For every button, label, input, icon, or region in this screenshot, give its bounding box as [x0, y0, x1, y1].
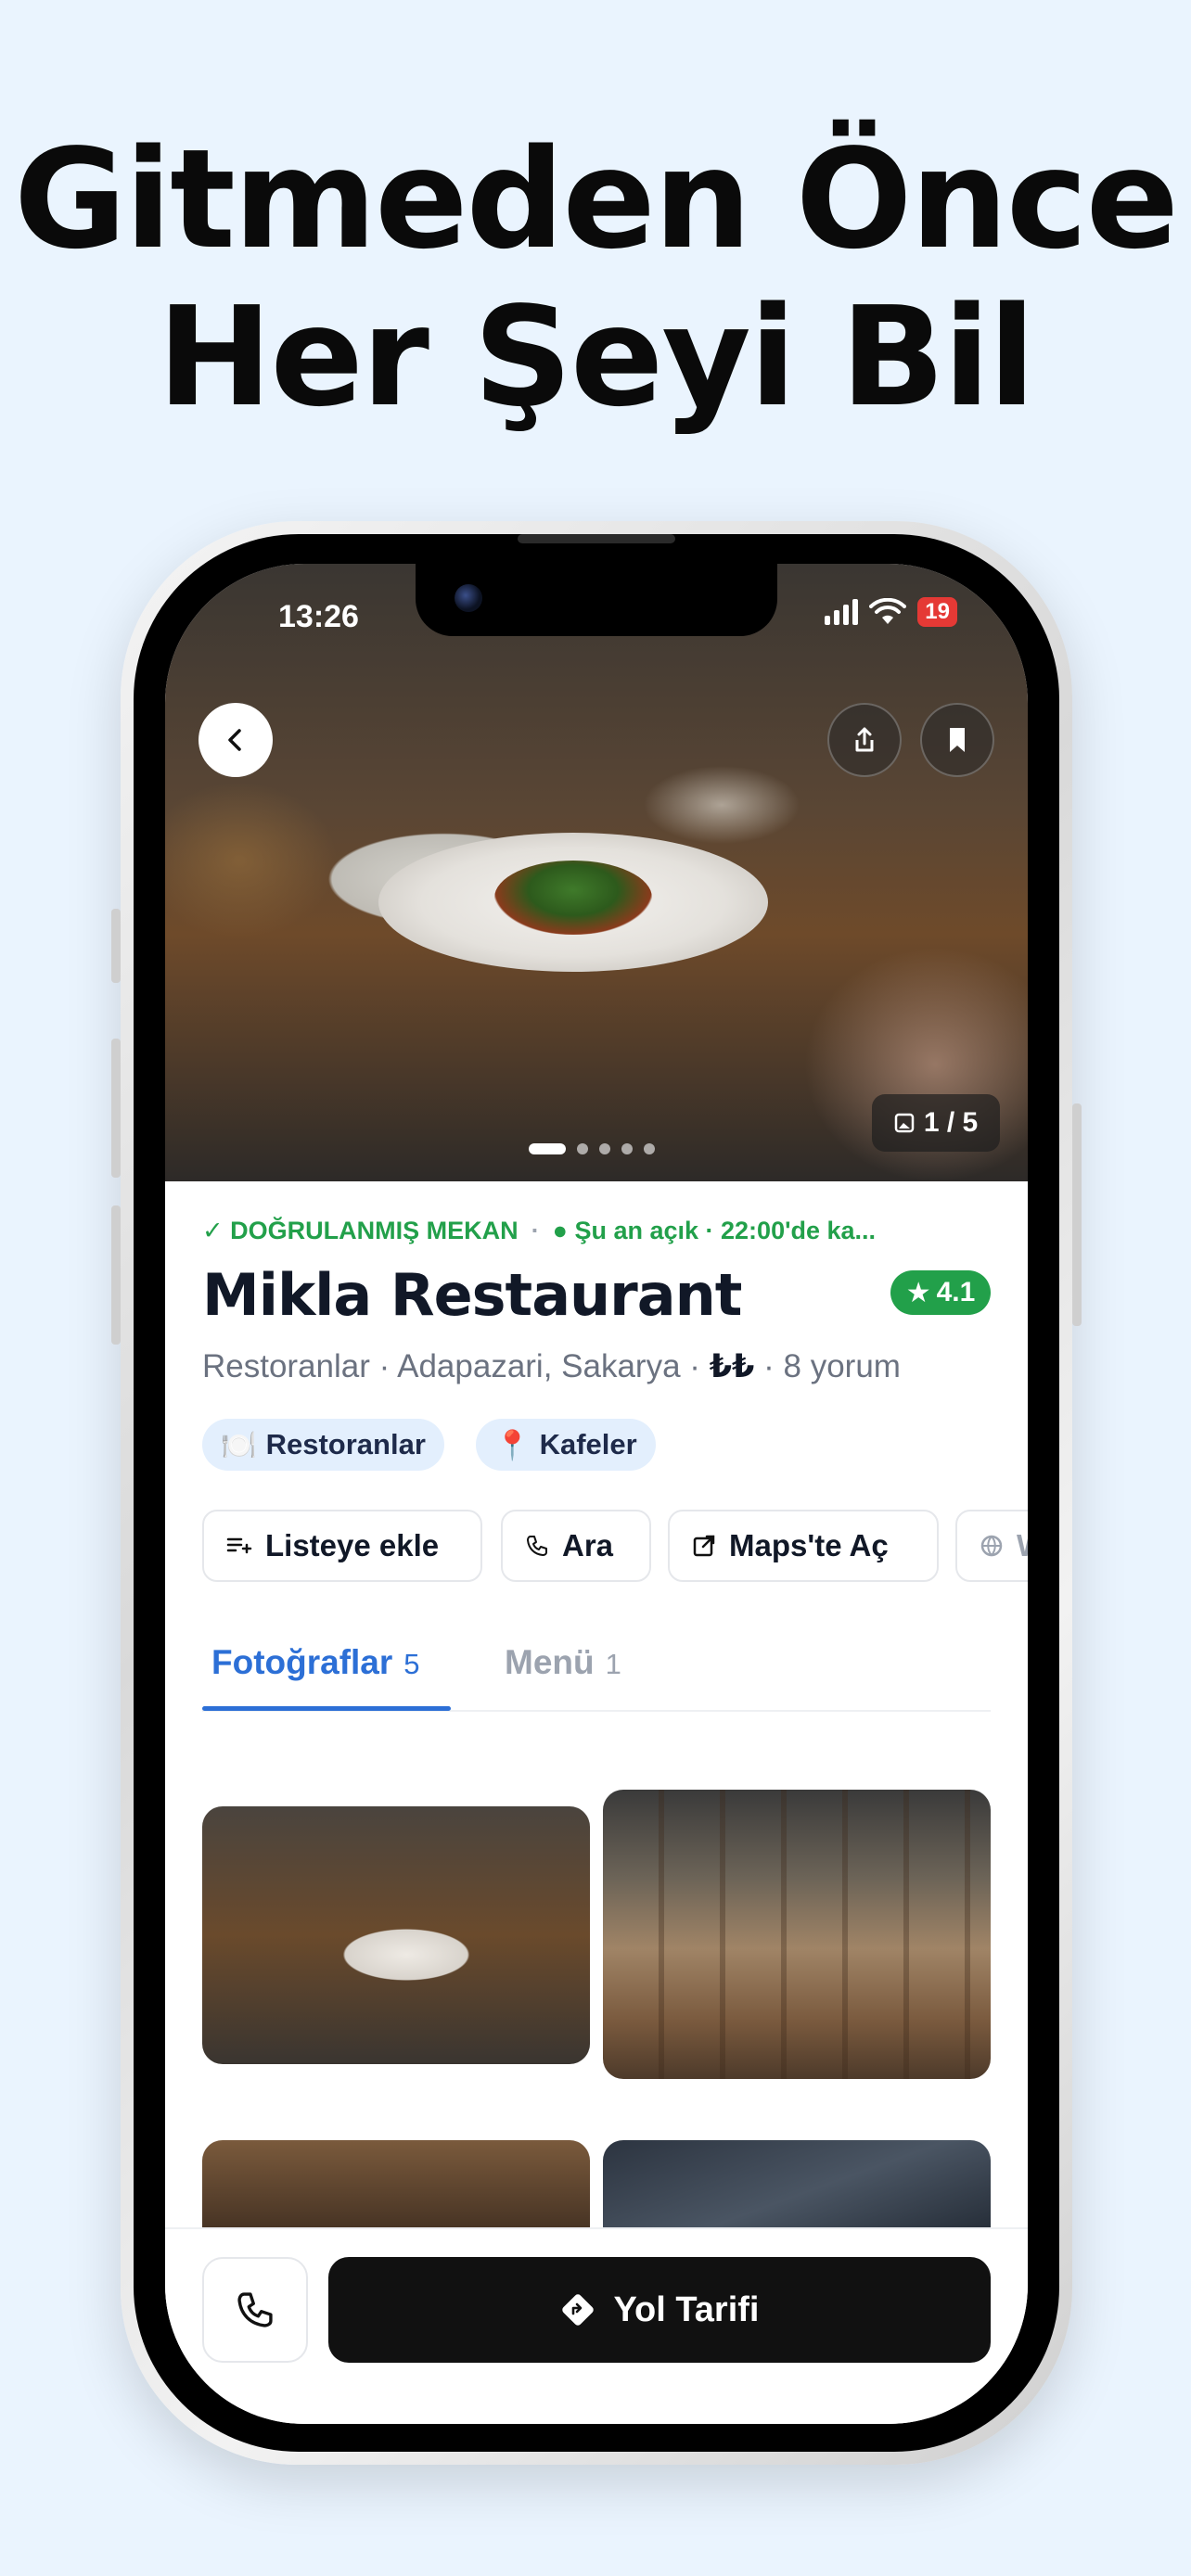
food-shape: [494, 861, 652, 935]
place-location: Adapazari, Sakarya: [397, 1348, 681, 1384]
call-label: Ara: [562, 1528, 614, 1562]
phone-screen: 13:26 19 1 / 5 ✓ DOĞRULANMIŞ MEKAN · ● Ş…: [165, 564, 1028, 2424]
call-action-button[interactable]: Ara: [501, 1510, 651, 1582]
share-button[interactable]: [827, 703, 902, 777]
speaker-grille: [518, 534, 675, 543]
phone-icon: [527, 1536, 547, 1556]
open-in-maps-button[interactable]: Maps'te Aç: [668, 1510, 939, 1582]
call-button[interactable]: [202, 2257, 308, 2363]
add-to-list-button[interactable]: Listeye ekle: [202, 1510, 482, 1582]
check-icon: ✓: [202, 1217, 224, 1244]
globe-icon: [980, 1535, 1003, 1557]
tab-photos[interactable]: Fotoğraflar 5: [211, 1643, 420, 1682]
chip-kafeler[interactable]: 📍 Kafeler: [476, 1419, 656, 1471]
playlist-add-icon: [226, 1537, 252, 1554]
volume-up-button: [111, 1039, 121, 1178]
price-level: ₺₺: [709, 1348, 755, 1384]
volume-down-button: [111, 1205, 121, 1345]
share-icon: [855, 727, 874, 752]
open-dot-icon: ●: [552, 1217, 568, 1244]
external-link-icon: [693, 1535, 715, 1557]
meta-separator: ·: [763, 1348, 784, 1384]
verified-badge: ✓ DOĞRULANMIŞ MEKAN: [202, 1217, 519, 1245]
photo-counter: 1 / 5: [872, 1094, 1000, 1152]
carousel-dot[interactable]: [621, 1143, 633, 1154]
directions-icon: [561, 2294, 594, 2326]
meta-separator: ·: [378, 1348, 398, 1384]
rating-badge: ★ 4.1: [890, 1270, 991, 1315]
directions-label: Yol Tarifi: [613, 2289, 760, 2329]
chevron-left-icon: [228, 729, 241, 751]
image-icon: [894, 1113, 915, 1133]
bookmark-icon: [950, 728, 965, 752]
carousel-dot[interactable]: [577, 1143, 588, 1154]
website-button[interactable]: W: [955, 1510, 1028, 1582]
tab-count: 5: [403, 1648, 420, 1680]
chip-label: Restoranlar: [265, 1428, 426, 1460]
separator: ·: [531, 1217, 540, 1244]
rating-value: 4.1: [936, 1277, 976, 1307]
place-meta: Restoranlar · Adapazari, Sakarya · ₺₺ · …: [202, 1348, 901, 1385]
open-status-label: Şu an açık · 22:00'de ka...: [574, 1217, 877, 1244]
headline-line-1: Gitmeden Önce: [13, 120, 1179, 279]
star-icon: ★: [905, 1277, 931, 1308]
carousel-dot[interactable]: [529, 1143, 566, 1154]
mute-switch: [111, 909, 121, 983]
camera-icon: [455, 584, 482, 612]
save-button[interactable]: [920, 703, 994, 777]
cutlery-icon: 🍽️: [221, 1428, 257, 1461]
place-category: Restoranlar: [202, 1348, 370, 1384]
tab-label: Menü: [505, 1643, 595, 1681]
phone-icon: [237, 2292, 273, 2327]
gallery-photo[interactable]: [603, 1790, 991, 2079]
verified-status-line: ✓ DOĞRULANMIŞ MEKAN · ● Şu an açık · 22:…: [202, 1217, 876, 1245]
open-status: ● Şu an açık · 22:00'de ka...: [553, 1217, 876, 1245]
notch: [416, 564, 777, 636]
open-maps-label: Maps'te Aç: [729, 1528, 889, 1562]
hero-photo[interactable]: [165, 564, 1028, 1181]
review-count[interactable]: 8 yorum: [784, 1348, 901, 1384]
carousel-dot[interactable]: [644, 1143, 655, 1154]
directions-button[interactable]: Yol Tarifi: [328, 2257, 991, 2363]
headline-line-2: Her Şeyi Bil: [157, 277, 1036, 437]
chip-restoranlar[interactable]: 🍽️ Restoranlar: [202, 1419, 444, 1471]
place-name: Mikla Restaurant: [202, 1261, 742, 1329]
headline: Gitmeden Önce Her Şeyi Bil: [0, 121, 1191, 436]
add-to-list-label: Listeye ekle: [265, 1528, 440, 1562]
back-button[interactable]: [198, 703, 273, 777]
tab-label: Fotoğraflar: [211, 1643, 393, 1681]
carousel-dots[interactable]: [529, 1143, 655, 1154]
photo-counter-label: 1 / 5: [923, 1107, 979, 1138]
meta-separator: ·: [689, 1348, 710, 1384]
power-button: [1072, 1103, 1082, 1326]
pin-icon: 📍: [494, 1428, 531, 1461]
tab-menu[interactable]: Menü 1: [505, 1643, 621, 1682]
website-label: W: [1017, 1528, 1028, 1563]
status-icons: 19: [825, 597, 957, 627]
signal-icon: [825, 599, 859, 625]
battery-icon: 19: [917, 597, 957, 627]
gallery-photo[interactable]: [202, 1806, 590, 2064]
wifi-icon: [869, 598, 907, 624]
tab-count: 1: [605, 1648, 621, 1680]
chip-label: Kafeler: [539, 1428, 637, 1460]
status-time: 13:26: [278, 599, 359, 634]
active-tab-indicator: [202, 1706, 451, 1711]
verified-label: DOĞRULANMIŞ MEKAN: [230, 1217, 519, 1244]
carousel-dot[interactable]: [599, 1143, 610, 1154]
